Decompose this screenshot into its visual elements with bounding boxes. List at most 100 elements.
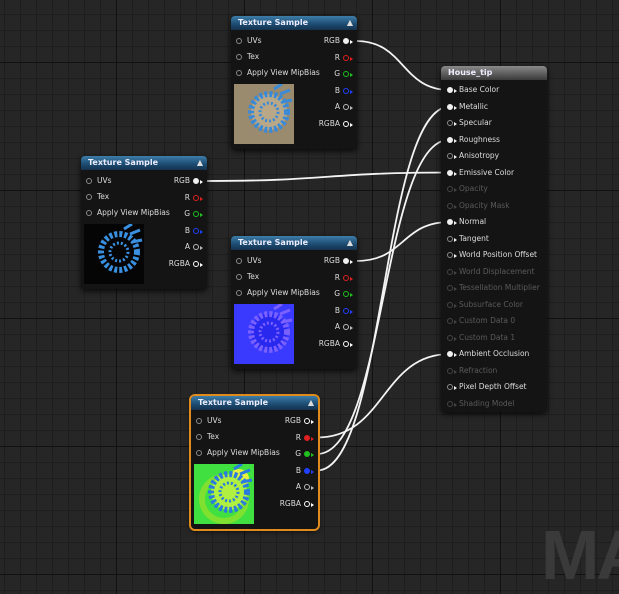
pin-circle-icon[interactable] (447, 169, 457, 176)
input-pin-tex[interactable]: Tex (86, 191, 109, 203)
input-pin-apply-view-mipbias[interactable]: Apply View MipBias (236, 67, 320, 79)
output-pin-rgba[interactable]: RGBA (280, 498, 314, 510)
pin-circle-icon[interactable] (447, 103, 457, 110)
pin-circle-icon[interactable] (304, 500, 314, 507)
pin-circle-icon[interactable] (447, 136, 457, 143)
material-input-metallic[interactable]: Metallic (447, 101, 488, 113)
material-input-custom-data-1[interactable]: Custom Data 1 (447, 332, 515, 344)
material-input-specular[interactable]: Specular (447, 117, 492, 129)
pin-circle-icon[interactable] (447, 153, 457, 159)
pin-circle-icon[interactable] (343, 340, 353, 347)
pin-circle-icon[interactable] (447, 252, 457, 258)
connection-wire[interactable] (205, 171, 451, 182)
pin-circle-icon[interactable] (447, 318, 457, 324)
output-pin-rgb[interactable]: RGB (174, 175, 203, 187)
pin-circle-icon[interactable] (447, 268, 457, 275)
output-pin-b[interactable]: B (185, 225, 203, 237)
output-pin-rgba[interactable]: RGBA (319, 118, 353, 130)
material-input-world-displacement[interactable]: World Displacement (447, 266, 534, 278)
pin-circle-icon[interactable] (447, 384, 457, 390)
pin-circle-icon[interactable] (86, 194, 92, 200)
input-pin-uvs[interactable]: UVs (196, 415, 222, 427)
material-input-custom-data-0[interactable]: Custom Data 0 (447, 315, 515, 327)
material-input-world-position-offset[interactable]: World Position Offset (447, 249, 537, 261)
pin-circle-icon[interactable] (343, 274, 353, 281)
pin-circle-icon[interactable] (193, 211, 203, 217)
input-pin-apply-view-mipbias[interactable]: Apply View MipBias (86, 207, 170, 219)
connection-wire[interactable] (355, 40, 451, 91)
output-pin-b[interactable]: B (335, 305, 353, 317)
output-pin-rgba[interactable]: RGBA (319, 338, 353, 350)
input-pin-uvs[interactable]: UVs (86, 175, 112, 187)
pin-circle-icon[interactable] (447, 186, 457, 192)
input-pin-uvs[interactable]: UVs (236, 35, 262, 47)
pin-circle-icon[interactable] (86, 178, 92, 184)
output-pin-g[interactable]: G (334, 288, 353, 300)
material-input-tessellation-multiplier[interactable]: Tessellation Multiplier (447, 282, 540, 294)
pin-circle-icon[interactable] (447, 301, 457, 308)
material-input-refraction[interactable]: Refraction (447, 365, 497, 377)
pin-circle-icon[interactable] (196, 450, 202, 456)
pin-circle-icon[interactable] (236, 274, 242, 280)
pin-circle-icon[interactable] (304, 467, 314, 474)
pin-circle-icon[interactable] (343, 307, 353, 314)
collapse-triangle-icon[interactable]: ▲ (347, 16, 353, 30)
pin-circle-icon[interactable] (343, 258, 353, 264)
material-input-anisotropy[interactable]: Anisotropy (447, 150, 499, 162)
pin-circle-icon[interactable] (236, 54, 242, 60)
pin-circle-icon[interactable] (236, 290, 242, 296)
output-pin-g[interactable]: G (184, 208, 203, 220)
texture-sample-node[interactable]: Texture Sample ▲ UVs Tex Apply View MipBias… (231, 16, 357, 149)
pin-circle-icon[interactable] (193, 178, 203, 184)
input-pin-uvs[interactable]: UVs (236, 255, 262, 267)
pin-circle-icon[interactable] (236, 38, 242, 44)
pin-circle-icon[interactable] (447, 400, 457, 407)
output-pin-rgba[interactable]: RGBA (169, 258, 203, 270)
output-pin-r[interactable]: R (335, 272, 353, 284)
pin-circle-icon[interactable] (343, 38, 353, 44)
material-input-ambient-occlusion[interactable]: Ambient Occlusion (447, 348, 529, 360)
collapse-triangle-icon[interactable]: ▲ (347, 236, 353, 250)
pin-circle-icon[interactable] (343, 120, 353, 127)
material-input-base-color[interactable]: Base Color (447, 84, 499, 96)
node-header[interactable]: Texture Sample ▲ (231, 236, 357, 250)
pin-circle-icon[interactable] (196, 434, 202, 440)
texture-sample-node[interactable]: Texture Sample ▲ UVs Tex Apply View MipBias… (231, 236, 357, 369)
pin-circle-icon[interactable] (343, 71, 353, 77)
input-pin-tex[interactable]: Tex (236, 271, 259, 283)
node-header[interactable]: Texture Sample ▲ (231, 16, 357, 30)
pin-circle-icon[interactable] (193, 194, 203, 201)
pin-circle-icon[interactable] (343, 291, 353, 297)
input-pin-apply-view-mipbias[interactable]: Apply View MipBias (196, 447, 280, 459)
material-input-subsurface-color[interactable]: Subsurface Color (447, 299, 523, 311)
output-pin-rgb[interactable]: RGB (324, 255, 353, 267)
node-header[interactable]: Texture Sample ▲ (81, 156, 207, 170)
pin-circle-icon[interactable] (447, 367, 457, 374)
material-input-pixel-depth-offset[interactable]: Pixel Depth Offset (447, 381, 527, 393)
material-input-roughness[interactable]: Roughness (447, 134, 500, 146)
output-pin-r[interactable]: R (296, 432, 314, 444)
output-pin-a[interactable]: A (296, 481, 314, 493)
connection-wire[interactable] (355, 221, 451, 262)
pin-circle-icon[interactable] (447, 202, 457, 209)
input-pin-apply-view-mipbias[interactable]: Apply View MipBias (236, 287, 320, 299)
pin-circle-icon[interactable] (447, 334, 457, 341)
texture-sample-node-selected[interactable]: Texture Sample ▲ UVs Tex Apply View MipBias… (189, 394, 320, 531)
output-pin-a[interactable]: A (335, 321, 353, 333)
pin-circle-icon[interactable] (304, 451, 314, 457)
output-pin-a[interactable]: A (335, 101, 353, 113)
pin-circle-icon[interactable] (236, 258, 242, 264)
output-pin-rgb[interactable]: RGB (285, 415, 314, 427)
pin-circle-icon[interactable] (447, 351, 457, 357)
pin-circle-icon[interactable] (447, 120, 457, 126)
output-pin-b[interactable]: B (296, 465, 314, 477)
node-header[interactable]: Texture Sample ▲ (191, 396, 318, 410)
input-pin-tex[interactable]: Tex (196, 431, 219, 443)
pin-circle-icon[interactable] (304, 434, 314, 441)
output-pin-r[interactable]: R (335, 52, 353, 64)
pin-circle-icon[interactable] (343, 324, 353, 330)
output-pin-g[interactable]: G (334, 68, 353, 80)
material-input-opacity-mask[interactable]: Opacity Mask (447, 200, 510, 212)
material-input-emissive-color[interactable]: Emissive Color (447, 167, 514, 179)
pin-circle-icon[interactable] (343, 54, 353, 61)
